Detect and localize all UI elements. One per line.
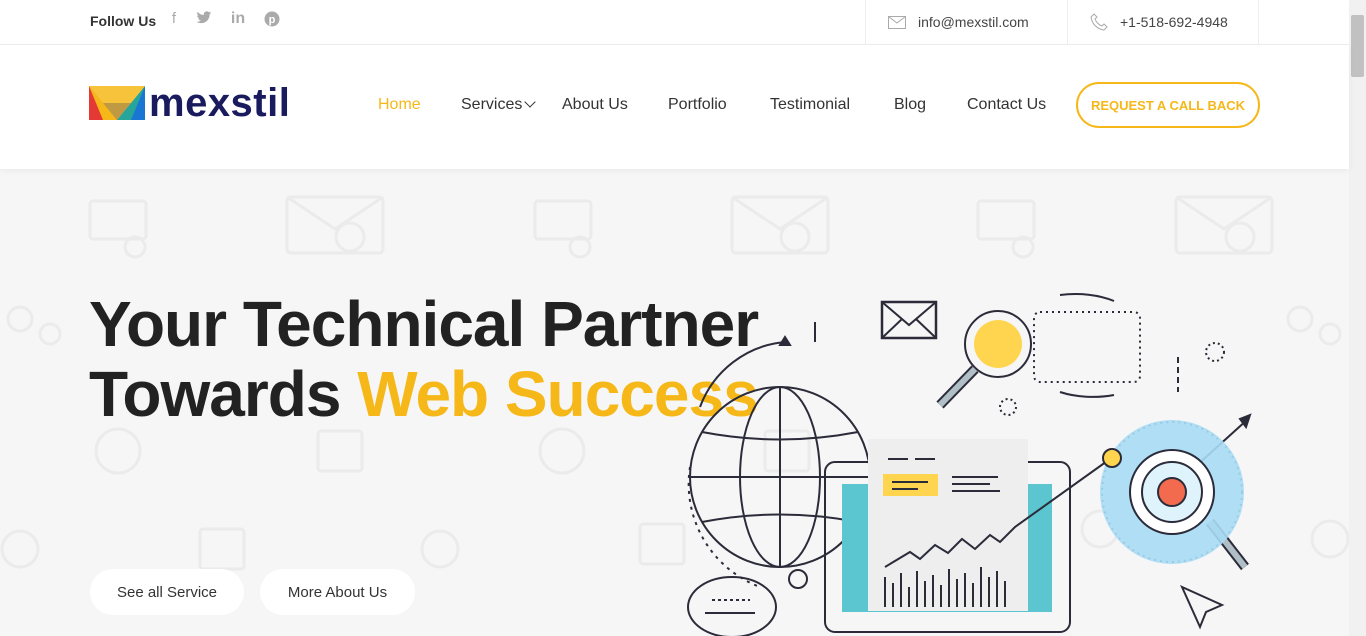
linkedin-icon[interactable]: in <box>230 11 246 27</box>
nav-about-us[interactable]: About Us <box>562 96 628 114</box>
nav-services-label: Services <box>461 96 523 113</box>
nav-portfolio[interactable]: Portfolio <box>668 96 727 114</box>
see-all-service-button[interactable]: See all Service <box>90 569 244 615</box>
site-logo[interactable]: mexstil <box>89 83 290 123</box>
hero-title-line1: Your Technical Partner <box>89 288 759 360</box>
scrollbar-thumb[interactable] <box>1351 15 1364 77</box>
envelope-icon <box>888 15 906 29</box>
nav-home[interactable]: Home <box>378 96 421 114</box>
hero-title-line2: Towards Web Success <box>89 358 759 430</box>
twitter-icon[interactable] <box>196 11 212 27</box>
mail-icon <box>880 300 938 340</box>
hero-title: Your Technical Partner Towards Web Succe… <box>89 288 759 430</box>
chevron-down-icon <box>524 96 537 108</box>
email-text[interactable]: info@mexstil.com <box>918 14 1029 30</box>
pinterest-icon[interactable]: p <box>264 11 280 27</box>
main-header: mexstil Home Services About Us Portfolio… <box>0 45 1349 169</box>
svg-text:p: p <box>269 14 276 26</box>
hero-section: Your Technical Partner Towards Web Succe… <box>0 169 1349 636</box>
nav-blog[interactable]: Blog <box>894 96 926 114</box>
email-contact[interactable]: info@mexstil.com <box>865 0 1068 44</box>
hero-title-plain: Towards <box>89 358 358 430</box>
facebook-icon[interactable]: f <box>166 11 182 27</box>
request-call-back-button[interactable]: REQUEST A CALL BACK <box>1076 82 1260 128</box>
follow-us-label: Follow Us <box>90 13 157 29</box>
nav-services[interactable]: Services <box>461 96 537 114</box>
hero-illustration <box>687 293 1252 636</box>
phone-icon <box>1090 13 1108 31</box>
phone-contact[interactable]: +1-518-692-4948 <box>1067 0 1259 44</box>
phone-text[interactable]: +1-518-692-4948 <box>1120 14 1228 30</box>
top-bar: Follow Us f in p info@mexstil.com +1-518… <box>0 0 1349 45</box>
nav-testimonial[interactable]: Testimonial <box>770 96 850 114</box>
logo-mark-icon <box>89 86 145 120</box>
logo-text: mexstil <box>149 81 291 125</box>
nav-contact-us[interactable]: Contact Us <box>967 96 1046 114</box>
more-about-us-button[interactable]: More About Us <box>260 569 415 615</box>
cursor-icon <box>1180 585 1225 630</box>
page-scrollbar[interactable] <box>1349 0 1366 636</box>
